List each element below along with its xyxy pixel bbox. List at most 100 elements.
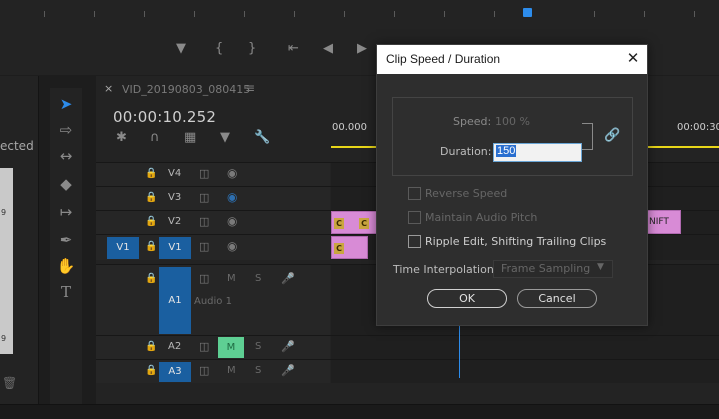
- pen-icon[interactable]: ✒: [56, 230, 76, 250]
- ripple-edit-icon[interactable]: ↔: [56, 146, 76, 166]
- source-patch-v1[interactable]: V1: [107, 237, 139, 259]
- solo-button[interactable]: S: [255, 365, 261, 376]
- eye-icon[interactable]: ◉: [227, 166, 237, 180]
- play-icon[interactable]: ▶: [357, 42, 367, 56]
- ruler-tick: [44, 11, 45, 17]
- duration-field[interactable]: 150: [493, 143, 582, 162]
- ruler-tick: [394, 11, 395, 17]
- ok-button[interactable]: OK: [427, 289, 507, 308]
- mic-icon[interactable]: 🎤: [281, 272, 295, 285]
- go-to-in-icon[interactable]: ⇤: [288, 42, 299, 56]
- track-select-icon[interactable]: ⇨: [56, 120, 76, 140]
- ruler-tick: [244, 11, 245, 17]
- track-name[interactable]: V1: [159, 237, 191, 259]
- playhead-line[interactable]: [459, 320, 460, 378]
- lock-icon[interactable]: 🔒: [145, 273, 157, 284]
- thumb-number: 9: [1, 334, 7, 343]
- tools-panel: ➤ ⇨ ↔ ◆ ↦ ✒ ✋ T: [50, 88, 82, 406]
- speed-label: Speed:: [453, 115, 492, 128]
- razor-icon[interactable]: ◆: [56, 174, 76, 194]
- slip-icon[interactable]: ↦: [56, 202, 76, 222]
- hand-icon[interactable]: ✋: [56, 256, 76, 276]
- maintain-audio-pitch-checkbox[interactable]: [408, 211, 421, 224]
- interpolation-label: Time Interpolation:: [393, 263, 498, 276]
- timecode-display[interactable]: 00:00:10.252: [113, 108, 216, 126]
- eye-icon[interactable]: ◉: [227, 190, 237, 204]
- video-clip[interactable]: NIFT: [645, 210, 681, 234]
- track-a2: 🔒 A2 ◫ M S 🎤: [96, 335, 719, 359]
- mic-icon[interactable]: 🎤: [281, 364, 295, 377]
- ruler-tick: [594, 11, 595, 17]
- lock-icon[interactable]: 🔒: [145, 168, 157, 179]
- eye-icon[interactable]: ◉: [227, 214, 237, 228]
- solo-button[interactable]: S: [255, 273, 261, 284]
- selection-tool-icon[interactable]: ➤: [56, 94, 76, 114]
- type-icon[interactable]: T: [56, 282, 76, 302]
- video-clip[interactable]: C C: [331, 211, 377, 234]
- sequence-tab[interactable]: VID_20190803_080415: [122, 83, 250, 96]
- link-icon[interactable]: 🔗: [604, 128, 620, 143]
- ruler-tick: [94, 11, 95, 17]
- speed-field[interactable]: 100 %: [495, 115, 530, 128]
- duration-value: 150: [496, 145, 517, 157]
- interpolation-select[interactable]: Frame Sampling: [493, 260, 613, 278]
- cancel-button[interactable]: Cancel: [517, 289, 597, 308]
- fx-badge: C: [334, 218, 344, 229]
- eye-icon[interactable]: ◉: [227, 239, 237, 253]
- sync-lock-icon[interactable]: ◫: [199, 340, 209, 353]
- ruler-tick: [144, 11, 145, 17]
- project-thumbnail[interactable]: 9 9: [0, 168, 13, 354]
- lock-icon[interactable]: 🔒: [145, 192, 157, 203]
- playhead-marker[interactable]: [523, 8, 532, 17]
- out-point-icon[interactable]: }: [248, 42, 256, 56]
- close-icon[interactable]: ×: [104, 82, 113, 95]
- step-back-icon[interactable]: ◀: [323, 42, 333, 56]
- menu-icon[interactable]: ≡: [245, 81, 255, 95]
- mic-icon[interactable]: 🎤: [281, 340, 295, 353]
- lock-icon[interactable]: 🔒: [145, 241, 157, 252]
- track-lane[interactable]: [331, 360, 719, 383]
- track-header: 🔒 A1 ◫ M S 🎤 Audio 1: [96, 265, 330, 335]
- track-name[interactable]: A3: [159, 362, 191, 382]
- snap-icon[interactable]: ✱: [116, 130, 127, 145]
- sync-lock-icon[interactable]: ◫: [199, 240, 209, 253]
- add-marker-icon[interactable]: ▼: [220, 130, 230, 145]
- track-lane[interactable]: [331, 336, 719, 359]
- video-clip[interactable]: C: [331, 236, 368, 259]
- track-header: V1 🔒 V1 ◫ ◉: [96, 235, 330, 260]
- track-name[interactable]: A1: [159, 267, 191, 334]
- mute-button[interactable]: M: [227, 365, 236, 376]
- trash-icon[interactable]: 🗑: [2, 376, 17, 390]
- mute-button[interactable]: M: [218, 337, 244, 358]
- chevron-down-icon: ▼: [597, 262, 604, 272]
- ruler-tick: [694, 11, 695, 17]
- magnet-icon[interactable]: ∩: [150, 130, 160, 145]
- ripple-edit-label: Ripple Edit, Shifting Trailing Clips: [425, 235, 607, 248]
- track-header: 🔒 V3 ◫ ◉: [96, 187, 330, 210]
- lock-icon[interactable]: 🔒: [145, 365, 157, 376]
- wrench-icon[interactable]: 🔧: [254, 130, 270, 145]
- lock-icon[interactable]: 🔒: [145, 341, 157, 352]
- sync-lock-icon[interactable]: ◫: [199, 167, 209, 180]
- thumb-number: 9: [1, 208, 7, 217]
- sync-lock-icon[interactable]: ◫: [199, 191, 209, 204]
- fx-badge: C: [334, 243, 344, 254]
- reverse-speed-checkbox[interactable]: [408, 187, 421, 200]
- ripple-edit-checkbox[interactable]: [408, 235, 421, 248]
- track-header: 🔒 A2 ◫ M S 🎤: [96, 336, 330, 359]
- ruler-tick: [194, 11, 195, 17]
- close-icon[interactable]: ✕: [624, 49, 642, 67]
- in-point-icon[interactable]: {: [215, 42, 223, 56]
- duration-label: Duration:: [440, 145, 492, 158]
- sync-lock-icon[interactable]: ◫: [199, 215, 209, 228]
- solo-button[interactable]: S: [255, 341, 261, 352]
- sync-lock-icon[interactable]: ◫: [199, 272, 209, 285]
- track-header: 🔒 A3 ◫ M S 🎤: [96, 360, 330, 383]
- maintain-audio-pitch-label: Maintain Audio Pitch: [425, 211, 538, 224]
- lock-icon[interactable]: 🔒: [145, 216, 157, 227]
- marker-icon[interactable]: ▼: [176, 42, 186, 56]
- track-header: 🔒 V2 ◫ ◉: [96, 211, 330, 234]
- sync-lock-icon[interactable]: ◫: [199, 364, 209, 377]
- mute-button[interactable]: M: [227, 273, 236, 284]
- linked-selection-icon[interactable]: ▦: [184, 130, 196, 145]
